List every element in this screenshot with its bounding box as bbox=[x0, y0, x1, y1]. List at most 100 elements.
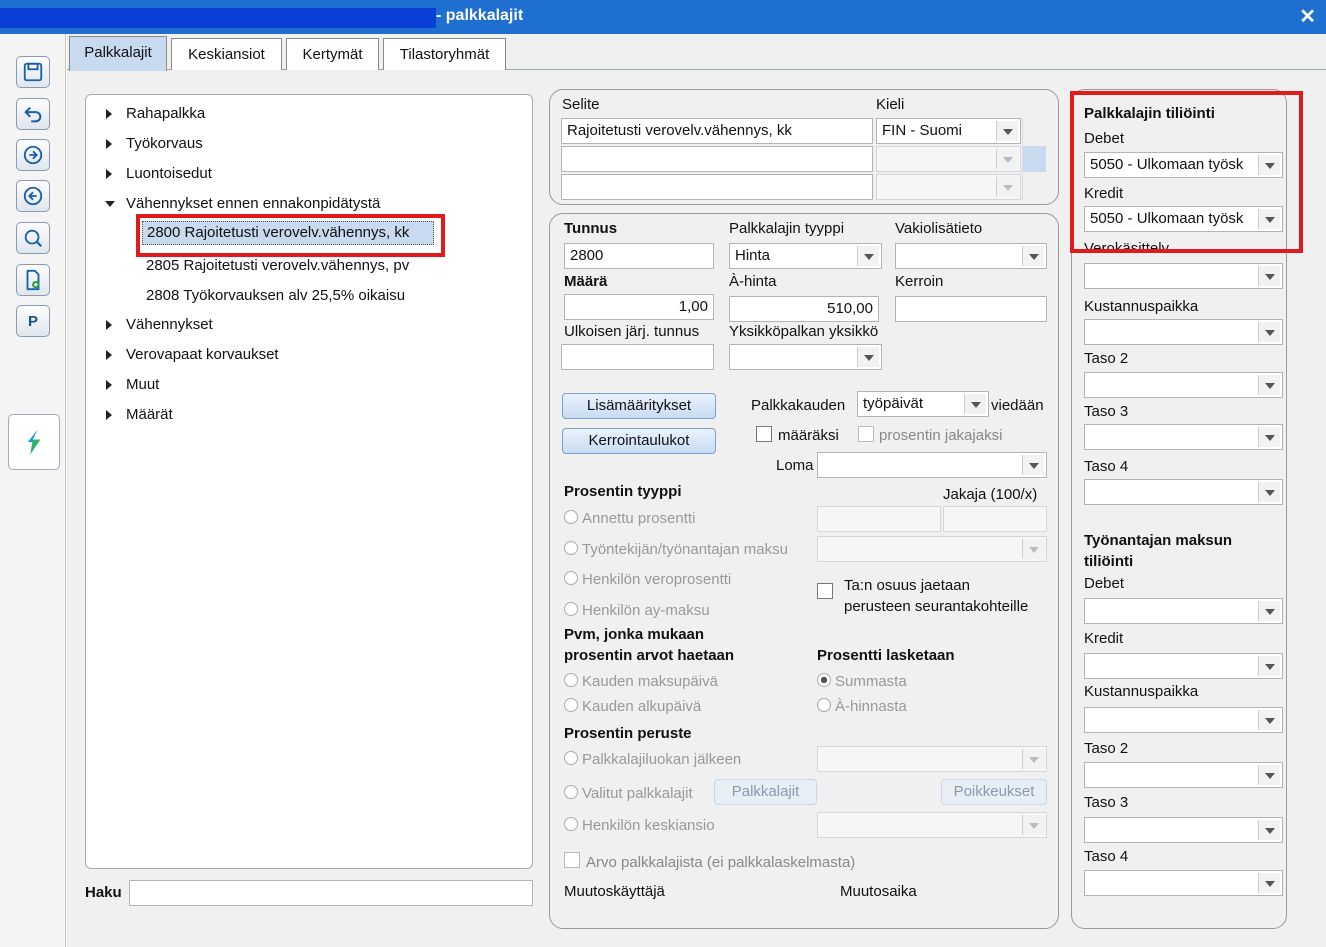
taso4-select[interactable] bbox=[1084, 479, 1283, 505]
alkupaiva-radio[interactable]: Kauden alkupäivä bbox=[564, 698, 701, 715]
taso2-select[interactable] bbox=[1084, 372, 1283, 398]
chevron-down-icon[interactable] bbox=[1258, 375, 1280, 395]
tab-kertymat[interactable]: Kertymät bbox=[286, 38, 379, 70]
chevron-down-icon[interactable] bbox=[857, 246, 879, 266]
yksikko-select[interactable] bbox=[729, 344, 882, 370]
ahinta-input[interactable]: 510,00 bbox=[729, 296, 879, 322]
taso2b-select[interactable] bbox=[1084, 762, 1283, 788]
arvo-checkbox[interactable] bbox=[564, 852, 580, 868]
tan-osuus-checkbox[interactable] bbox=[817, 583, 833, 599]
close-icon[interactable]: ✕ bbox=[1299, 4, 1316, 29]
save-button[interactable] bbox=[16, 56, 50, 88]
kieli-select-2[interactable] bbox=[876, 146, 1021, 172]
chevron-down-icon[interactable] bbox=[1258, 656, 1280, 676]
chevron-down-icon[interactable] bbox=[1258, 266, 1280, 286]
kustannuspaikka-select[interactable] bbox=[1084, 319, 1283, 345]
chevron-down-icon[interactable] bbox=[1022, 539, 1044, 559]
kredit2-select[interactable] bbox=[1084, 653, 1283, 679]
aymaksu-radio[interactable]: Henkilön ay-maksu bbox=[564, 602, 710, 619]
lisamaaritykset-button[interactable]: Lisämääritykset bbox=[562, 393, 716, 419]
chevron-down-icon[interactable] bbox=[996, 121, 1018, 141]
verokasittely-select[interactable] bbox=[1084, 263, 1283, 289]
prosentti-input[interactable] bbox=[817, 506, 941, 532]
taso4b-select[interactable] bbox=[1084, 870, 1283, 896]
previous-button[interactable] bbox=[16, 180, 50, 212]
maksu-select[interactable] bbox=[817, 536, 1047, 562]
summasta-radio[interactable]: Summasta bbox=[817, 673, 907, 690]
tab-tilastoryhmat[interactable]: Tilastoryhmät bbox=[383, 38, 506, 70]
chevron-down-icon[interactable] bbox=[1022, 455, 1044, 475]
tab-keskiansiot[interactable]: Keskiansiot bbox=[171, 38, 282, 70]
chevron-down-icon[interactable] bbox=[964, 394, 986, 414]
tree-item[interactable]: Vähennykset ennen ennakonpidätystä bbox=[126, 195, 380, 212]
tree-item[interactable]: Työkorvaus bbox=[126, 135, 203, 152]
keskiansio-select[interactable] bbox=[817, 812, 1047, 838]
new-document-button[interactable] bbox=[16, 264, 50, 296]
collapse-icon[interactable] bbox=[105, 201, 115, 207]
next-button[interactable] bbox=[16, 139, 50, 171]
selite-input[interactable]: Rajoitetusti verovelv.vähennys, kk bbox=[561, 118, 873, 144]
chevron-down-icon[interactable] bbox=[996, 149, 1018, 169]
chevron-down-icon[interactable] bbox=[1258, 765, 1280, 785]
kieli-select-3[interactable] bbox=[876, 174, 1021, 200]
tab-palkkalajit[interactable]: Palkkalajit bbox=[69, 36, 167, 71]
chevron-down-icon[interactable] bbox=[1258, 873, 1280, 893]
valitut-radio[interactable]: Valitut palkkalajit bbox=[564, 785, 693, 802]
tunnus-input[interactable]: 2800 bbox=[564, 243, 714, 269]
luokan-radio[interactable]: Palkkalajiluokan jälkeen bbox=[564, 751, 741, 768]
tree-child[interactable]: 2808 Työkorvauksen alv 25,5% oikaisu bbox=[146, 287, 405, 304]
selite-input-2[interactable] bbox=[561, 146, 873, 172]
tree-item[interactable]: Vähennykset bbox=[126, 316, 213, 333]
chevron-down-icon[interactable] bbox=[1022, 749, 1044, 769]
debet2-select[interactable] bbox=[1084, 598, 1283, 624]
tree-item[interactable]: Luontoisedut bbox=[126, 165, 212, 182]
chevron-down-icon[interactable] bbox=[1258, 710, 1280, 730]
expand-icon[interactable] bbox=[106, 380, 112, 390]
chevron-down-icon[interactable] bbox=[996, 177, 1018, 197]
maara-input[interactable]: 1,00 bbox=[564, 294, 714, 320]
undo-button[interactable] bbox=[16, 98, 50, 130]
maaraksi-checkbox[interactable] bbox=[756, 426, 772, 442]
ahinnasta-radio[interactable]: À-hinnasta bbox=[817, 698, 907, 715]
jakajaksi-checkbox[interactable] bbox=[858, 426, 874, 442]
expand-icon[interactable] bbox=[106, 350, 112, 360]
expand-icon[interactable] bbox=[106, 139, 112, 149]
tyontekija-radio[interactable]: Työntekijän/työnantajan maksu bbox=[564, 541, 788, 558]
tree-item[interactable]: Määrät bbox=[126, 406, 173, 423]
keskiansio-radio[interactable]: Henkilön keskiansio bbox=[564, 817, 715, 834]
search-button[interactable] bbox=[16, 222, 50, 254]
ulkoinen-input[interactable] bbox=[561, 344, 714, 370]
expand-icon[interactable] bbox=[106, 109, 112, 119]
expand-icon[interactable] bbox=[106, 320, 112, 330]
scrollbar-thumb[interactable] bbox=[1023, 146, 1046, 172]
tyyppi-select[interactable]: Hinta bbox=[729, 243, 882, 269]
expand-icon[interactable] bbox=[106, 410, 112, 420]
palkkalajit-button[interactable]: Palkkalajit bbox=[714, 779, 817, 805]
kustannuspaikka2-select[interactable] bbox=[1084, 707, 1283, 733]
chevron-down-icon[interactable] bbox=[1258, 427, 1280, 447]
loma-select[interactable] bbox=[817, 452, 1047, 478]
kerroin-input[interactable] bbox=[895, 296, 1047, 322]
tree-item[interactable]: Muut bbox=[126, 376, 159, 393]
poikkeukset-button[interactable]: Poikkeukset bbox=[941, 779, 1047, 805]
chevron-down-icon[interactable] bbox=[1258, 322, 1280, 342]
maksupaiva-radio[interactable]: Kauden maksupäivä bbox=[564, 673, 718, 690]
p-button[interactable]: P bbox=[16, 305, 50, 337]
kerrointaulukot-button[interactable]: Kerrointaulukot bbox=[562, 428, 716, 454]
search-input[interactable] bbox=[129, 880, 533, 906]
chevron-down-icon[interactable] bbox=[1258, 601, 1280, 621]
veroprosentti-radio[interactable]: Henkilön veroprosentti bbox=[564, 571, 731, 588]
taso3-select[interactable] bbox=[1084, 424, 1283, 450]
chevron-down-icon[interactable] bbox=[857, 347, 879, 367]
annettu-radio[interactable]: Annettu prosentti bbox=[564, 510, 695, 527]
selite-input-3[interactable] bbox=[561, 174, 873, 200]
tree-child[interactable]: 2805 Rajoitetusti verovelv.vähennys, pv bbox=[146, 257, 409, 274]
luokka-select[interactable] bbox=[817, 746, 1047, 772]
chevron-down-icon[interactable] bbox=[1258, 482, 1280, 502]
tree-item[interactable]: Verovapaat korvaukset bbox=[126, 346, 279, 363]
jakaja-input[interactable] bbox=[943, 506, 1047, 532]
chevron-down-icon[interactable] bbox=[1022, 815, 1044, 835]
kieli-select[interactable]: FIN - Suomi bbox=[876, 118, 1021, 144]
chevron-down-icon[interactable] bbox=[1022, 246, 1044, 266]
taso3b-select[interactable] bbox=[1084, 817, 1283, 843]
